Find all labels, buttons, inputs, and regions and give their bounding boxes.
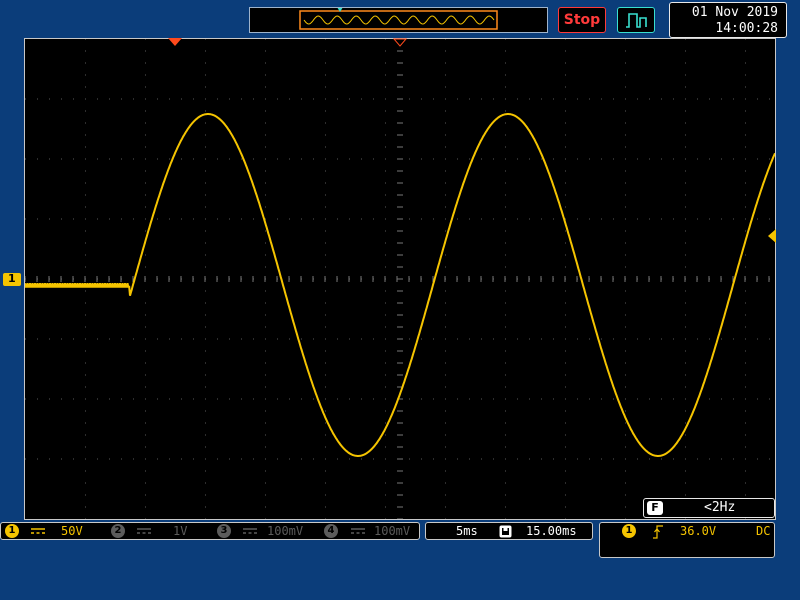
run-stop-button[interactable]: Stop [558,7,606,33]
channel-scale-bar: 1 50V 2 1V 3 100mV 4 100mV [0,522,420,540]
timebase-scale: 5ms [456,524,478,538]
channel-3-scale: 100mV [267,524,304,538]
time-text: 14:00:28 [715,21,778,36]
channel-1-scale: 50V [61,524,83,538]
channel-2-scale: 1V [173,524,188,538]
overview-waveform [303,15,495,25]
ch1-ground-marker-label: 1 [8,272,16,285]
ch1-waveform-trace [25,113,775,457]
trigger-coupling: DC [756,524,771,538]
graticule-grid [25,39,770,519]
frequency-badge: F [647,501,663,515]
channel-4-scale: 100mV [374,524,411,538]
ch1-ground-marker[interactable]: 1 [3,272,21,286]
horizontal-center-marker [393,38,407,47]
trigger-source: 1 [622,524,636,538]
date-time-display: 01 Nov 2019 14:00:28 [669,2,787,38]
pulse-wave-icon [626,13,647,28]
dc-coupling-icon [351,528,365,534]
rising-edge-icon [653,525,663,539]
dc-coupling-icon [31,528,45,534]
channel-4-number: 4 [324,524,338,538]
timebase-position: 15.00ms [526,524,577,538]
channel-2-number: 2 [111,524,125,538]
channel-1-number: 1 [5,524,19,538]
trigger-position-marker[interactable] [168,38,182,47]
dc-coupling-icon [243,528,257,534]
channel-3-number: 3 [217,524,231,538]
horizontal-position-icon [499,525,512,538]
frequency-counter: F <2Hz [643,498,775,518]
trigger-panel[interactable]: 1 36.0V DC [599,522,775,558]
timebase-panel[interactable]: 5ms 15.00ms [425,522,593,540]
date-text: 01 Nov 2019 [691,5,778,20]
acquire-mode-button[interactable] [617,7,655,33]
record-overview[interactable] [249,7,548,33]
frequency-value: <2Hz [704,500,736,515]
waveform-display[interactable] [24,38,776,520]
trigger-level: 36.0V [680,524,717,538]
trigger-level-marker[interactable] [766,229,776,243]
dc-coupling-icon [137,528,151,534]
center-axis-ticks [25,39,770,519]
